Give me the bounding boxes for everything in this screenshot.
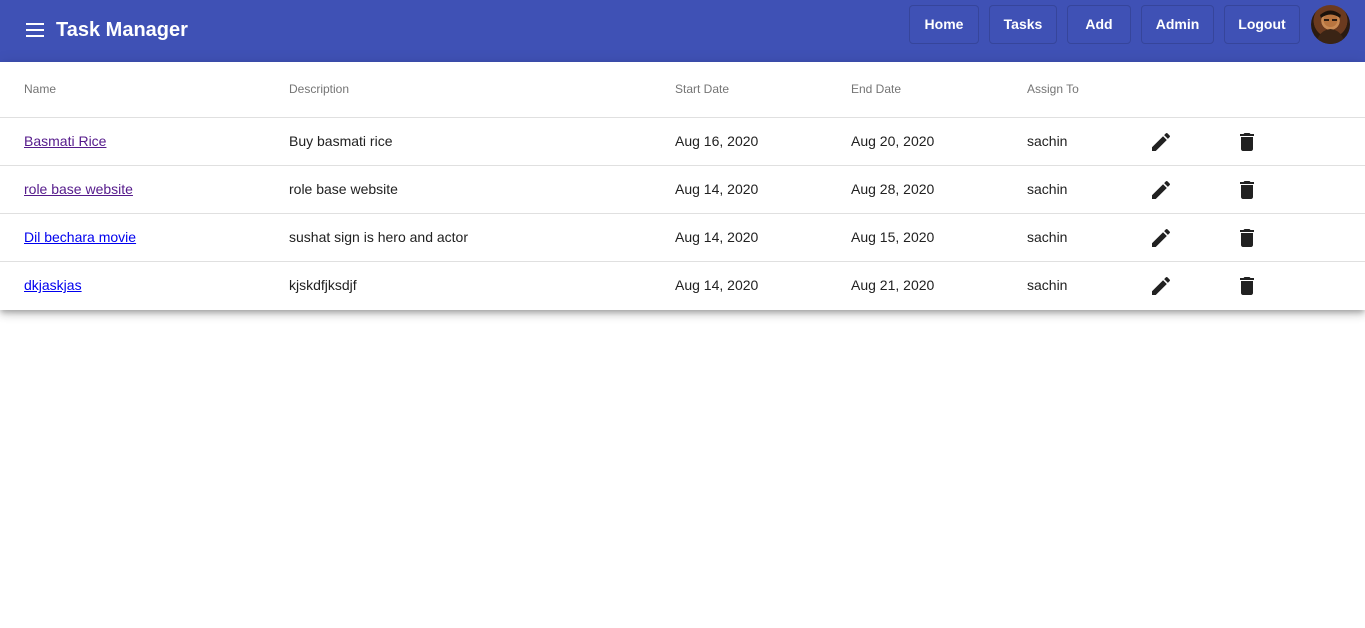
task-name-link[interactable]: dkjaskjas — [24, 277, 82, 293]
edit-icon[interactable] — [1149, 226, 1173, 250]
task-start-date: Aug 14, 2020 — [675, 229, 759, 245]
nav-logout-button[interactable]: Logout — [1224, 5, 1300, 44]
task-assignee: sachin — [1027, 133, 1068, 149]
nav-tasks-button[interactable]: Tasks — [989, 5, 1057, 44]
table-header-row: Name Description Start Date End Date Ass… — [0, 62, 1365, 118]
column-header-start-date[interactable]: Start Date — [675, 82, 729, 96]
table-row: Basmati Rice Buy basmati rice Aug 16, 20… — [0, 118, 1365, 166]
task-end-date: Aug 15, 2020 — [851, 229, 935, 245]
task-assignee: sachin — [1027, 181, 1068, 197]
task-assignee: sachin — [1027, 277, 1068, 293]
nav-add-button[interactable]: Add — [1067, 5, 1131, 44]
delete-icon[interactable] — [1235, 130, 1259, 154]
edit-icon[interactable] — [1149, 130, 1173, 154]
table-row: Dil bechara movie sushat sign is hero an… — [0, 214, 1365, 262]
task-description: sushat sign is hero and actor — [289, 229, 468, 245]
task-description: Buy basmati rice — [289, 133, 393, 149]
app-title: Task Manager — [56, 19, 188, 41]
tasks-table: Name Description Start Date End Date Ass… — [0, 62, 1365, 310]
task-name-link[interactable]: Basmati Rice — [24, 133, 106, 149]
task-end-date: Aug 21, 2020 — [851, 277, 935, 293]
user-avatar[interactable] — [1311, 5, 1350, 44]
nav-admin-button[interactable]: Admin — [1141, 5, 1214, 44]
menu-icon[interactable] — [24, 20, 46, 40]
table-row: role base website role base website Aug … — [0, 166, 1365, 214]
task-description: kjskdfjksdjf — [289, 277, 357, 293]
delete-icon[interactable] — [1235, 226, 1259, 250]
edit-icon[interactable] — [1149, 178, 1173, 202]
column-header-assign-to[interactable]: Assign To — [1027, 82, 1079, 96]
task-start-date: Aug 16, 2020 — [675, 133, 759, 149]
delete-icon[interactable] — [1235, 274, 1259, 298]
task-start-date: Aug 14, 2020 — [675, 181, 759, 197]
task-name-link[interactable]: Dil bechara movie — [24, 229, 136, 245]
column-header-end-date[interactable]: End Date — [851, 82, 901, 96]
task-assignee: sachin — [1027, 229, 1068, 245]
edit-icon[interactable] — [1149, 274, 1173, 298]
task-end-date: Aug 28, 2020 — [851, 181, 935, 197]
nav-home-button[interactable]: Home — [909, 5, 979, 44]
column-header-name[interactable]: Name — [24, 82, 56, 96]
column-header-description[interactable]: Description — [289, 82, 349, 96]
task-end-date: Aug 20, 2020 — [851, 133, 935, 149]
task-start-date: Aug 14, 2020 — [675, 277, 759, 293]
task-name-link[interactable]: role base website — [24, 181, 133, 197]
delete-icon[interactable] — [1235, 178, 1259, 202]
task-description: role base website — [289, 181, 398, 197]
table-row: dkjaskjas kjskdfjksdjf Aug 14, 2020 Aug … — [0, 262, 1365, 310]
app-toolbar: Task Manager Home Tasks Add Admin Logout — [0, 0, 1365, 62]
